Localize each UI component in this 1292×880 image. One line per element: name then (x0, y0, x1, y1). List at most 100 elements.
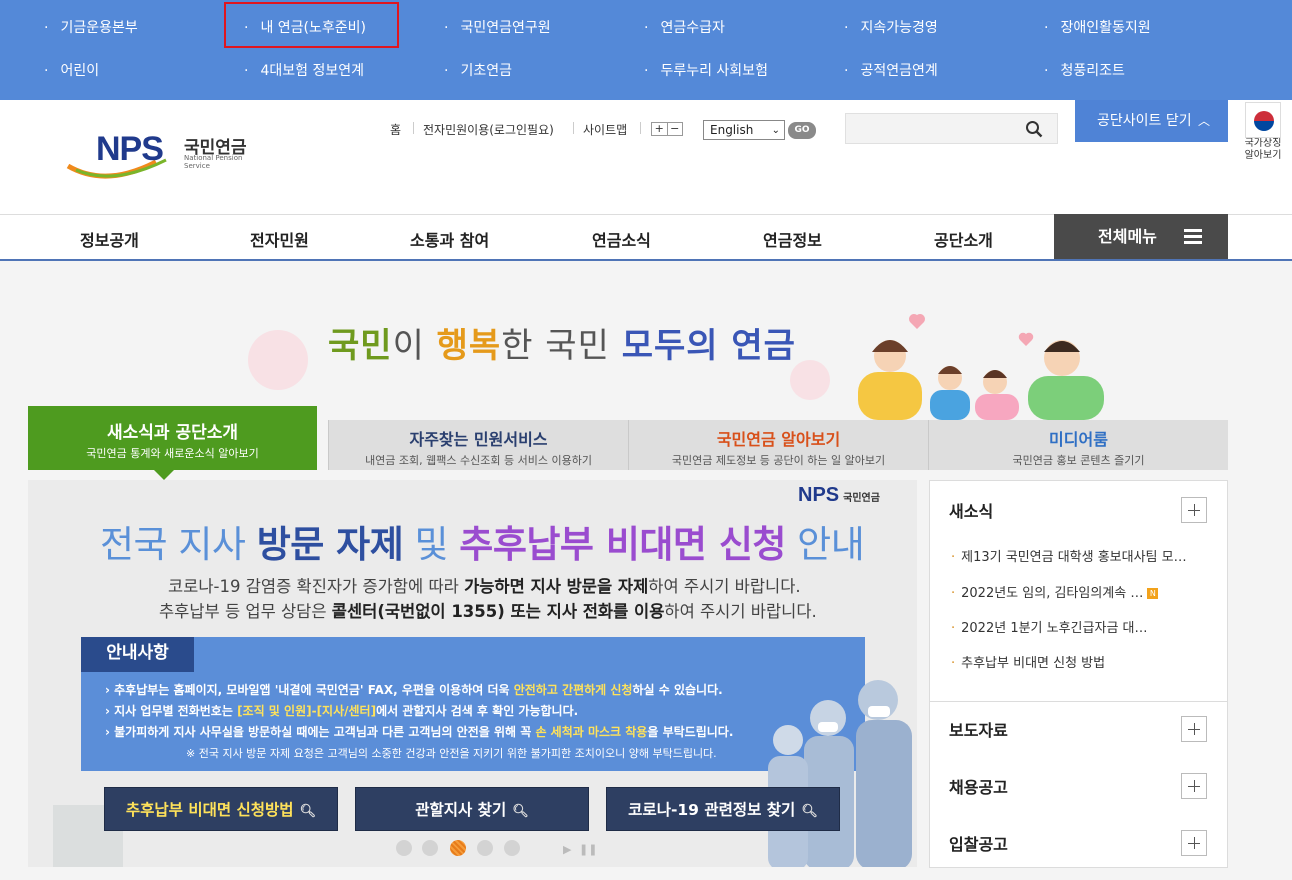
tab-civil-services[interactable]: 자주찾는 민원서비스 내연금 조회, 웹팩스 수신조회 등 서비스 이용하기 (328, 420, 628, 470)
hamburger-icon (1184, 229, 1202, 245)
nav-about[interactable]: 공단소개 (934, 227, 993, 251)
home-link[interactable]: 홈 (390, 121, 401, 138)
tab-news-about[interactable]: 새소식과 공단소개 국민연금 통계와 새로운소식 알아보기 (28, 406, 317, 470)
bids-more-button[interactable] (1181, 830, 1207, 856)
magnifier-icon: 🔍︎ (801, 804, 818, 819)
news-item[interactable]: 2022년 1분기 노후긴급자금 대… (951, 617, 1147, 636)
link-kids[interactable]: 어린이 (44, 60, 99, 80)
banner-logo-mark: NPS (798, 484, 840, 506)
link-basic-pension[interactable]: 기초연금 (444, 60, 512, 80)
notice-heading: 안내사항 (81, 637, 194, 672)
notice-box: 안내사항 추후납부는 홈페이지, 모바일앱 '내곁에 국민연금' FAX, 우편… (81, 637, 865, 771)
all-menu-button[interactable]: 전체메뉴 (1054, 214, 1228, 259)
decor-bubble (790, 360, 830, 400)
bids-title[interactable]: 입찰공고 (949, 831, 1008, 855)
nav-pension-news[interactable]: 연금소식 (592, 227, 651, 251)
symbol-line2: 알아보기 (1244, 150, 1282, 161)
nps-logo[interactable]: NPS 국민연금 National Pension Service (66, 130, 266, 186)
family-site-bar: 기금운용본부 내 연금(노후준비) 국민연금연구원 연금수급자 지속가능경영 장… (0, 0, 1292, 100)
banner-title: 전국 지사 방문 자제 및 추후납부 비대면 신청 안내 (100, 514, 865, 568)
link-resort[interactable]: 청풍리조트 (1044, 60, 1124, 80)
e-civil-link[interactable]: 전자민원이용(로그인필요) (423, 121, 554, 138)
banner-logo: NPS 국민연금 (798, 484, 880, 507)
slogan-part: 모두의 연금 (621, 326, 796, 366)
zoom-out-button[interactable]: − (666, 123, 683, 135)
tab-title: 새소식과 공단소개 (106, 423, 239, 443)
divider (640, 122, 641, 134)
nav-participation[interactable]: 소통과 참여 (410, 227, 489, 251)
search-icon[interactable] (1025, 120, 1043, 138)
chevron-up-icon: ︿ (1197, 114, 1210, 128)
title-part: 방문 자제 (256, 523, 404, 566)
zoom-in-button[interactable]: + (652, 123, 667, 135)
link-fund-management[interactable]: 기금운용본부 (44, 17, 137, 37)
nav-info-disclosure[interactable]: 정보공개 (80, 227, 139, 251)
magnifier-icon: 🔍︎ (512, 804, 529, 819)
logo-mark: NPS (96, 130, 164, 168)
slogan-part: 이 (392, 326, 437, 366)
link-sustainability[interactable]: 지속가능경영 (844, 17, 937, 37)
tab-subtitle: 국민연금 통계와 새로운소식 알아보기 (86, 447, 259, 460)
chevron-down-icon: ⌄ (771, 125, 780, 136)
button-label: 추후납부 비대면 신청방법 (125, 801, 294, 819)
line-part: 하여 주시기 바랍니다. (648, 577, 801, 596)
family-illustration-icon (858, 314, 1104, 420)
new-badge: N (1147, 588, 1159, 599)
news-item-text: 2022년도 임의, 김타임의계속 … (961, 586, 1144, 601)
taegukgi-icon (1245, 102, 1281, 138)
nav-e-civil[interactable]: 전자민원 (250, 227, 309, 251)
slide-dot-4[interactable] (477, 840, 493, 856)
title-part: 추후납부 비대면 신청 (459, 523, 786, 566)
national-symbol-link[interactable]: 국가상징 알아보기 (1238, 100, 1288, 166)
divider (573, 122, 574, 134)
press-more-button[interactable] (1181, 716, 1207, 742)
covid-info-button[interactable]: 코로나-19 관련정보 찾기 🔍︎ (606, 787, 840, 831)
news-title: 새소식 (949, 502, 994, 521)
line-part: 가능하면 지사 방문을 자제 (464, 577, 649, 596)
jobs-more-button[interactable] (1181, 773, 1207, 799)
tab-learn-pension[interactable]: 국민연금 알아보기 국민연금 제도정보 등 공단이 하는 일 알아보기 (628, 420, 928, 470)
nav-pension-info[interactable]: 연금정보 (763, 227, 822, 251)
hero-slogan: 국민이 행복한 국민 모두의 연금 (328, 318, 796, 367)
banner-logo-name: 국민연금 (843, 493, 880, 504)
slogan-part: 한 국민 (501, 326, 622, 366)
close-site-label: 공단사이트 닫기 (1097, 113, 1192, 129)
link-public-pension-link[interactable]: 공적연금연계 (844, 60, 937, 80)
deferred-payment-guide-button[interactable]: 추후납부 비대면 신청방법 🔍︎ (104, 787, 338, 831)
language-select[interactable]: English ⌄ (703, 120, 785, 140)
news-panel: 새소식 제13기 국민연금 대학생 홍보대사팀 모… 2022년도 임의, 김타… (929, 480, 1228, 868)
sitemap-link[interactable]: 사이트맵 (583, 121, 627, 138)
go-button[interactable]: GO (788, 122, 816, 139)
slide-dot-1[interactable] (396, 840, 412, 856)
title-part: 전국 지사 (100, 523, 257, 566)
tab-pointer (154, 470, 174, 480)
link-disability-support[interactable]: 장애인활동지원 (1044, 17, 1150, 37)
news-item[interactable]: 제13기 국민연금 대학생 홍보대사팀 모… (951, 546, 1186, 565)
link-pensioners[interactable]: 연금수급자 (644, 17, 724, 37)
link-pension-research[interactable]: 국민연금연구원 (444, 17, 550, 37)
decor-bubble (248, 330, 308, 390)
main-banner[interactable]: NPS 국민연금 전국 지사 방문 자제 및 추후납부 비대면 신청 안내 코로나… (28, 480, 917, 867)
slide-dot-5[interactable] (504, 840, 520, 856)
tab-media-room[interactable]: 미디어룸 국민연금 홍보 콘텐츠 즐기기 (928, 420, 1228, 470)
find-branch-button[interactable]: 관할지사 찾기 🔍︎ (355, 787, 589, 831)
news-item[interactable]: 2022년도 임의, 김타임의계속 …N (951, 582, 1159, 601)
press-title[interactable]: 보도자료 (949, 717, 1008, 741)
link-durunuri[interactable]: 두루누리 사회보험 (644, 60, 768, 80)
news-item[interactable]: 추후납부 비대면 신청 방법 (951, 652, 1105, 671)
search-input[interactable] (845, 113, 1058, 144)
slide-dot-3[interactable] (450, 840, 466, 856)
pause-icon[interactable]: ❚❚ (579, 843, 597, 856)
line-part: 콜센터(국번없이 1355) 또는 지사 전화를 이용 (331, 602, 665, 621)
notice-footnote: ※ 전국 지사 방문 자제 요청은 고객님의 소중한 건강과 안전을 지키기 위… (186, 747, 717, 760)
news-more-button[interactable] (1181, 497, 1207, 523)
slide-dot-2[interactable] (422, 840, 438, 856)
divider (930, 701, 1227, 702)
jobs-title[interactable]: 채용공고 (949, 774, 1008, 798)
notice-item: 지사 업무별 전화번호는 [조직 및 인원]-[지사/센터]에서 관할지사 검색… (105, 702, 578, 719)
notice-item: 추후납부는 홈페이지, 모바일앱 '내곁에 국민연금' FAX, 우편을 이용하… (105, 681, 723, 698)
close-site-button[interactable]: 공단사이트 닫기 ︿ (1075, 100, 1228, 142)
slide-pagination: ▶ ❚❚ (396, 840, 606, 858)
play-icon[interactable]: ▶ (563, 843, 571, 856)
link-4-insurance[interactable]: 4대보험 정보연계 (244, 60, 364, 80)
